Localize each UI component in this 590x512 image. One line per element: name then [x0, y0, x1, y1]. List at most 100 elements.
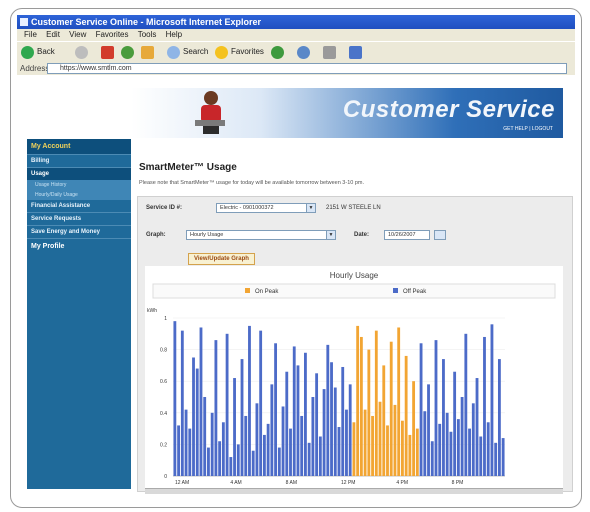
usage-bar — [345, 409, 348, 476]
nav-billing[interactable]: Billing — [27, 155, 131, 168]
usage-bar — [412, 381, 416, 476]
usage-bar — [438, 423, 442, 476]
usage-bar — [244, 415, 248, 476]
usage-bar — [471, 403, 475, 476]
refresh-icon — [121, 45, 134, 59]
back-button[interactable]: Back — [21, 45, 55, 59]
forward-arrow-icon — [75, 45, 88, 59]
stop-button[interactable] — [101, 45, 114, 59]
usage-bar — [177, 425, 181, 476]
nav-my-account[interactable]: My Account — [27, 139, 131, 155]
menu-bar: File Edit View Favorites Tools Help — [17, 29, 575, 41]
usage-bar — [501, 438, 505, 476]
usage-bar — [400, 420, 404, 476]
menu-edit[interactable]: Edit — [46, 30, 60, 39]
usage-bar — [333, 387, 337, 476]
usage-bar — [367, 349, 371, 476]
y-tick-label: 0.2 — [160, 442, 167, 448]
usage-bar — [330, 362, 333, 476]
favorites-button[interactable]: Favorites — [215, 45, 264, 59]
usage-bar — [236, 444, 240, 476]
view-update-graph-button[interactable]: View/Update Graph — [188, 253, 255, 265]
chart-legend — [152, 283, 556, 299]
legend-on-peak: On Peak — [255, 289, 279, 295]
usage-bar — [404, 355, 408, 476]
usage-bar — [221, 422, 225, 476]
usage-bar — [289, 428, 292, 476]
usage-bar — [445, 412, 449, 476]
nav-save-energy[interactable]: Save Energy and Money — [27, 226, 131, 239]
menu-favorites[interactable]: Favorites — [96, 30, 129, 39]
usage-bar — [430, 441, 434, 476]
media-button[interactable] — [271, 45, 284, 59]
search-icon — [167, 45, 180, 59]
menu-tools[interactable]: Tools — [138, 30, 157, 39]
hourly-usage-chart: Hourly Usage On Peak Off Peak kWh 0 0.2 0.… — [145, 266, 563, 488]
media-icon — [271, 45, 284, 59]
address-bar: Address https://www.smtlm.com — [17, 62, 575, 75]
print-button[interactable] — [323, 45, 336, 59]
usage-bar — [456, 419, 460, 476]
discuss-icon — [349, 45, 362, 59]
forward-button[interactable] — [75, 45, 88, 59]
usage-bar — [184, 409, 188, 476]
y-tick-label: 0.6 — [160, 379, 167, 385]
usage-bar — [479, 436, 483, 476]
usage-bar — [304, 352, 307, 476]
usage-bar — [486, 422, 490, 476]
service-id-select[interactable]: Electric - 0901000372 ▼ — [216, 203, 316, 213]
nav-financial-assistance[interactable]: Financial Assistance — [27, 200, 131, 213]
screenshot-frame: Customer Service Online - Microsoft Inte… — [10, 8, 582, 508]
usage-bar — [248, 325, 251, 476]
nav-hourly-daily-usage[interactable]: Hourly/Daily Usage — [27, 190, 131, 200]
usage-bar — [259, 330, 263, 476]
usage-bar — [266, 423, 270, 476]
usage-bar — [371, 415, 374, 476]
usage-bar — [490, 324, 494, 476]
usage-bar — [225, 333, 229, 476]
header-banner: Customer Service GET HELP | LOGOUT — [131, 88, 563, 138]
graph-type-select[interactable]: Hourly Usage ▼ — [186, 230, 336, 240]
nav-my-profile[interactable]: My Profile — [27, 239, 131, 254]
refresh-button[interactable] — [121, 45, 134, 59]
y-axis-label: kWh — [147, 308, 157, 314]
usage-bar — [442, 359, 445, 476]
date-label: Date: — [354, 232, 370, 238]
menu-view[interactable]: View — [69, 30, 86, 39]
nav-usage[interactable]: Usage — [27, 168, 131, 180]
home-icon — [141, 45, 154, 59]
horizontal-scrollbar[interactable] — [145, 488, 563, 494]
window-title: Customer Service Online - Microsoft Inte… — [31, 17, 262, 27]
mail-button[interactable] — [297, 45, 310, 59]
usage-bar — [296, 365, 300, 476]
usage-bar — [218, 441, 222, 476]
usage-note: Please note that SmartMeter™ usage for t… — [139, 180, 365, 186]
x-tick-label: 12 AM — [175, 480, 189, 486]
nav-service-requests[interactable]: Service Requests — [27, 213, 131, 226]
page-title: SmartMeter™ Usage — [139, 162, 237, 173]
window-titlebar: Customer Service Online - Microsoft Inte… — [17, 15, 575, 29]
usage-bar — [240, 359, 244, 476]
usage-bar — [207, 447, 210, 476]
usage-bar — [468, 428, 471, 476]
usage-bar — [408, 434, 412, 476]
usage-bar — [389, 341, 393, 476]
menu-file[interactable]: File — [24, 30, 37, 39]
usage-bar — [378, 401, 382, 476]
address-label: Address — [20, 64, 50, 73]
usage-bar — [356, 325, 360, 476]
calendar-icon[interactable] — [434, 230, 446, 240]
person-with-laptop-icon — [195, 91, 225, 134]
usage-bar — [251, 450, 255, 476]
discuss-button[interactable] — [349, 45, 362, 59]
banner-links[interactable]: GET HELP | LOGOUT — [503, 126, 553, 132]
nav-usage-history[interactable]: Usage History — [27, 180, 131, 190]
search-button[interactable]: Search — [167, 45, 208, 59]
usage-bar — [285, 371, 289, 476]
date-input[interactable]: 10/26/2007 — [384, 230, 430, 240]
menu-help[interactable]: Help — [166, 30, 182, 39]
y-tick-label: 0 — [164, 474, 167, 480]
address-input[interactable]: https://www.smtlm.com — [47, 63, 567, 74]
chevron-down-icon: ▼ — [326, 231, 335, 239]
home-button[interactable] — [141, 45, 154, 59]
